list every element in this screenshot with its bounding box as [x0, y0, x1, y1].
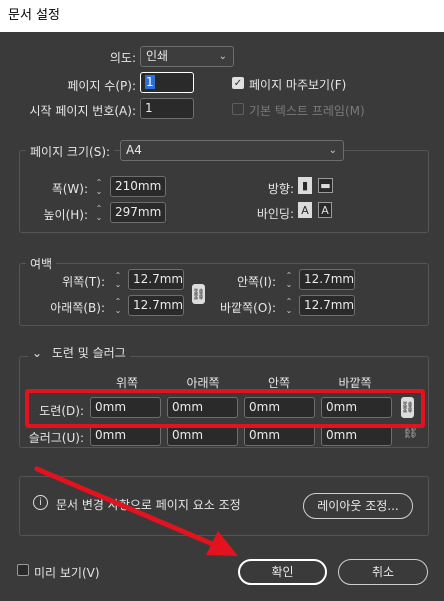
cancel-button[interactable]: 취소: [338, 559, 428, 585]
red-arrow-annotation: [34, 466, 238, 556]
ok-button[interactable]: 확인: [238, 559, 327, 585]
